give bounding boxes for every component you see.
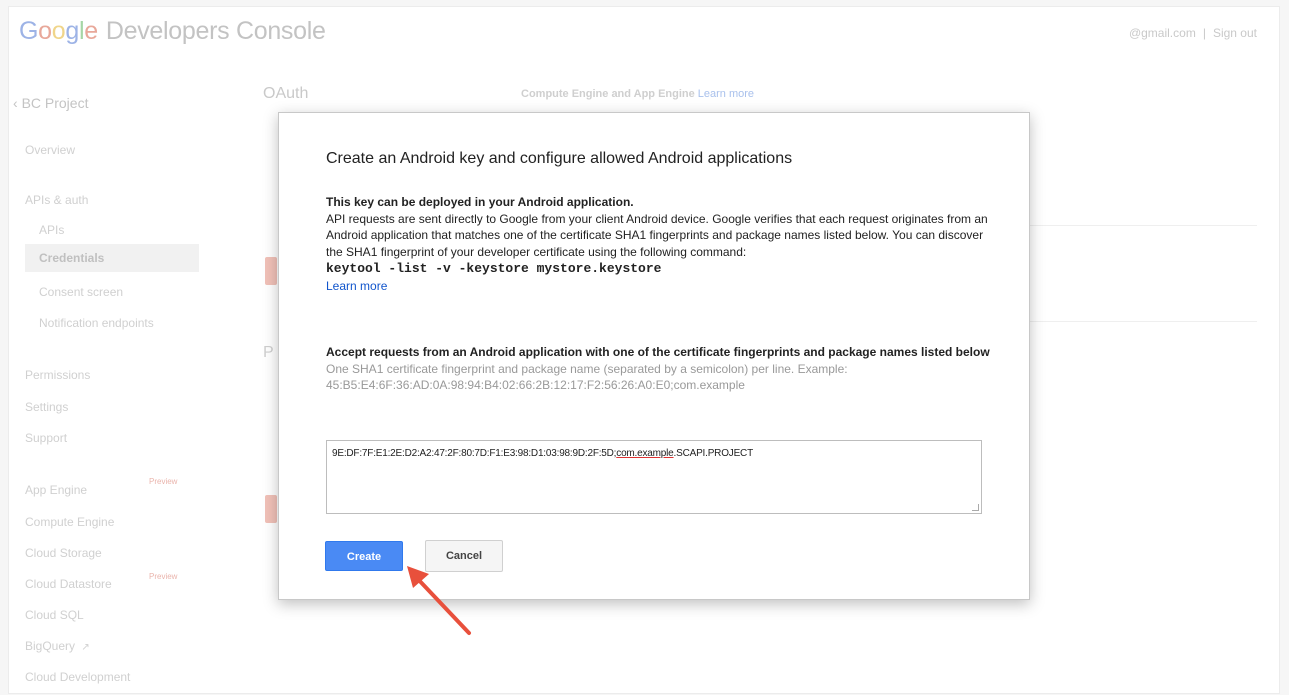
sidebar-item-notification-endpoints[interactable]: Notification endpoints bbox=[39, 316, 154, 330]
sidebar-item-support[interactable]: Support bbox=[25, 431, 67, 445]
logo-letter: o bbox=[38, 17, 52, 45]
fingerprint-package-textarea[interactable]: 9E:DF:7F:E1:2E:D2:A2:47:2F:80:7D:F1:E3:9… bbox=[326, 440, 982, 514]
accept-hint: One SHA1 certificate fingerprint and pac… bbox=[326, 361, 848, 393]
deploy-heading: This key can be deployed in your Android… bbox=[326, 195, 634, 209]
sidebar-item-settings[interactable]: Settings bbox=[25, 400, 68, 414]
logo-letter: g bbox=[65, 17, 79, 45]
back-to-project-link[interactable]: ‹ BC Project bbox=[13, 95, 88, 111]
sidebar-item-consent-screen[interactable]: Consent screen bbox=[39, 285, 123, 299]
compute-engine-note-text: Compute Engine and App Engine bbox=[521, 88, 695, 100]
sidebar-item-cloud-sql[interactable]: Cloud SQL bbox=[25, 608, 84, 622]
account-bar: @gmail.com | Sign out bbox=[1129, 26, 1257, 40]
divider bbox=[1027, 321, 1257, 322]
deploy-info-block: This key can be deployed in your Android… bbox=[326, 194, 996, 294]
learn-more-link[interactable]: Learn more bbox=[698, 88, 754, 100]
create-android-key-dialog: Create an Android key and configure allo… bbox=[278, 112, 1030, 600]
compute-engine-note: Compute Engine and App Engine Learn more bbox=[521, 88, 754, 100]
logo-letter: e bbox=[84, 17, 98, 45]
oauth-section-title: OAuth bbox=[263, 85, 309, 102]
create-new-key-button[interactable] bbox=[265, 495, 277, 523]
sidebar-item-bigquery[interactable]: BigQuery ↗ bbox=[25, 639, 90, 653]
create-client-id-button[interactable] bbox=[265, 257, 277, 285]
divider bbox=[1027, 225, 1257, 226]
sidebar-item-app-engine[interactable]: App Engine bbox=[25, 483, 87, 497]
product-name: Developers Console bbox=[105, 17, 326, 45]
sidebar-item-credentials[interactable]: Credentials bbox=[25, 244, 199, 272]
sign-out-link[interactable]: Sign out bbox=[1213, 26, 1257, 40]
sidebar-item-label: BigQuery bbox=[25, 639, 76, 653]
public-api-section-title: P bbox=[263, 344, 274, 361]
sidebar-item-permissions[interactable]: Permissions bbox=[25, 368, 90, 382]
chevron-left-icon: ‹ bbox=[13, 95, 18, 111]
project-name: BC Project bbox=[21, 95, 89, 111]
sidebar-item-overview[interactable]: Overview bbox=[25, 143, 75, 157]
package-suffix-text: .SCAPI.PROJECT bbox=[673, 448, 754, 459]
sidebar-item-apis-auth[interactable]: APIs & auth bbox=[25, 193, 88, 207]
create-button[interactable]: Create bbox=[325, 541, 403, 571]
sidebar-item-compute-engine[interactable]: Compute Engine bbox=[25, 515, 114, 529]
fingerprint-text: 9E:DF:7F:E1:2E:D2:A2:47:2F:80:7D:F1:E3:9… bbox=[332, 448, 617, 459]
keytool-command: keytool -list -v -keystore mystore.keyst… bbox=[326, 261, 662, 276]
sidebar-item-apis[interactable]: APIs bbox=[39, 223, 64, 237]
resize-handle-icon[interactable] bbox=[972, 504, 979, 511]
external-link-icon: ↗ bbox=[81, 642, 90, 653]
arrow-shaft bbox=[413, 574, 471, 635]
developers-console-page: Google Developers Console @gmail.com | Sign… bbox=[8, 6, 1280, 694]
google-developers-console-logo[interactable]: Google Developers Console bbox=[19, 17, 326, 46]
account-separator: | bbox=[1202, 26, 1206, 40]
learn-more-link[interactable]: Learn more bbox=[326, 278, 996, 295]
preview-badge: Preview bbox=[149, 572, 178, 581]
sidebar-item-cloud-datastore[interactable]: Cloud Datastore bbox=[25, 577, 112, 591]
logo-letter: G bbox=[19, 17, 39, 45]
accept-requests-block: Accept requests from an Android applicat… bbox=[326, 344, 996, 394]
preview-badge: Preview bbox=[149, 477, 178, 486]
sidebar-item-cloud-development[interactable]: Cloud Development bbox=[25, 670, 130, 684]
sidebar-item-cloud-storage[interactable]: Cloud Storage bbox=[25, 546, 102, 560]
package-text: com.example bbox=[616, 448, 674, 459]
dialog-title: Create an Android key and configure allo… bbox=[326, 150, 793, 167]
deploy-description: API requests are sent directly to Google… bbox=[326, 211, 988, 259]
accept-heading: Accept requests from an Android applicat… bbox=[326, 345, 990, 359]
logo-letter: o bbox=[51, 17, 66, 45]
account-email[interactable]: @gmail.com bbox=[1129, 26, 1196, 40]
red-arrow-annotation-icon bbox=[407, 566, 471, 635]
